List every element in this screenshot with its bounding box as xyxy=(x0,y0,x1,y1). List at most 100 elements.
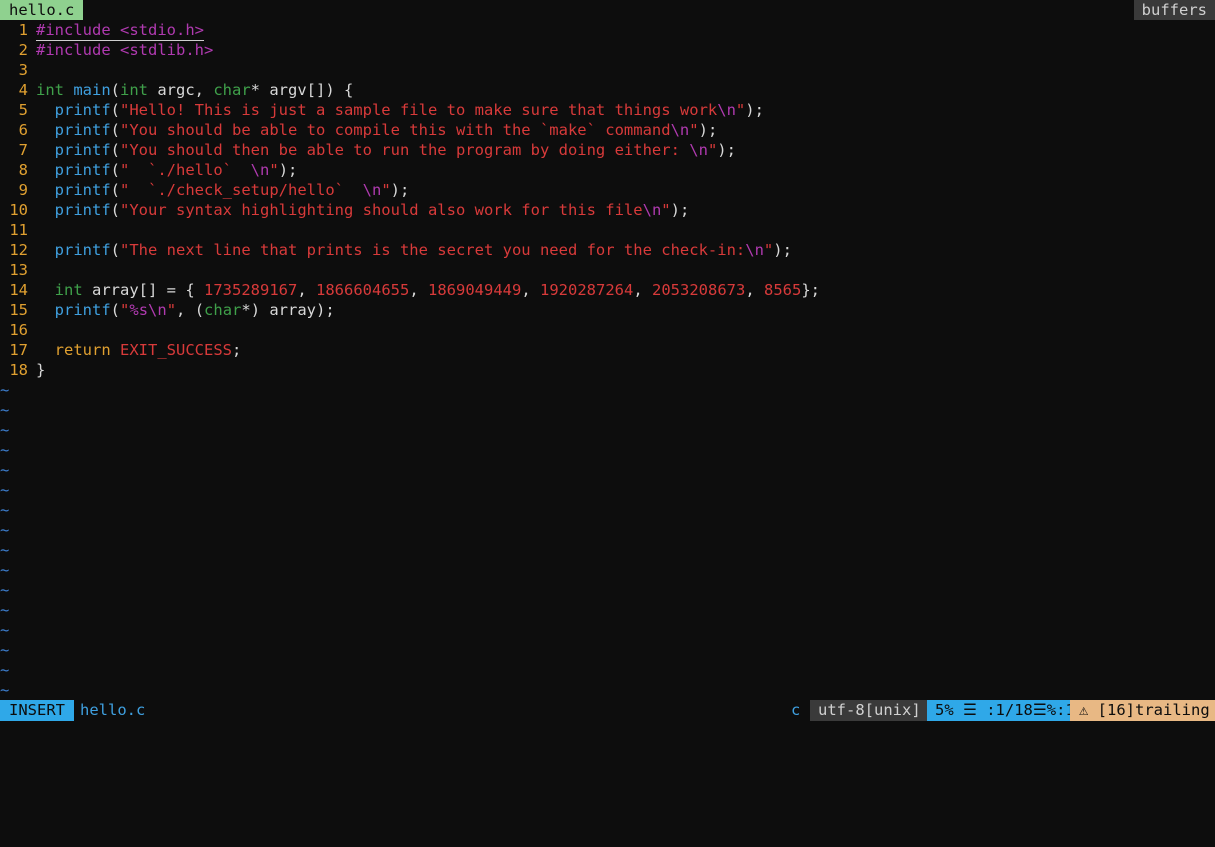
code-token: ( xyxy=(110,81,121,99)
code-token: 8565 xyxy=(764,281,802,299)
empty-line-tilde: ~ xyxy=(0,541,10,559)
code-line[interactable]: 13 xyxy=(0,260,1215,280)
code-text: int main(int argc, char* argv[]) { xyxy=(36,80,353,100)
empty-line-tilde: ~ xyxy=(0,681,10,699)
line-number: 9 xyxy=(18,181,28,199)
code-token: } xyxy=(36,361,46,379)
code-token: <stdio.h> xyxy=(120,21,204,39)
code-token: printf xyxy=(54,161,111,179)
status-position: 5% ☰ :1/18☰%:1 xyxy=(927,700,1083,721)
status-trailing-warning: ⚠ [16]trailing xyxy=(1070,700,1215,721)
line-number: 6 xyxy=(18,121,28,139)
code-line[interactable]: 16 xyxy=(0,320,1215,340)
code-token: , xyxy=(633,281,652,299)
code-token: ( xyxy=(110,161,121,179)
code-token: int xyxy=(120,81,149,99)
code-line[interactable]: 4 int main(int argc, char* argv[]) { xyxy=(0,80,1215,100)
code-line[interactable]: 8 printf(" `./hello` \n"); xyxy=(0,160,1215,180)
code-line[interactable]: 1 #include <stdio.h> xyxy=(0,20,1215,41)
code-text: #include <stdio.h> xyxy=(36,20,204,41)
code-token: 2053208673 xyxy=(652,281,746,299)
code-token: " xyxy=(269,161,279,179)
empty-line-tilde: ~ xyxy=(0,561,10,579)
buffers-label[interactable]: buffers xyxy=(1133,0,1215,20)
line-number: 10 xyxy=(9,201,28,219)
code-line[interactable]: 6 printf("You should be able to compile … xyxy=(0,120,1215,140)
code-token: , xyxy=(297,281,316,299)
code-token: 1866604655 xyxy=(316,281,410,299)
code-line[interactable]: 5 printf("Hello! This is just a sample f… xyxy=(0,100,1215,120)
code-token: 1920287264 xyxy=(540,281,634,299)
code-line[interactable]: 17 return EXIT_SUCCESS; xyxy=(0,340,1215,360)
code-line[interactable]: 15 printf("%s\n", (char*) array); xyxy=(0,300,1215,320)
code-text: printf("You should then be able to run t… xyxy=(36,140,736,160)
empty-line-tilde: ~ xyxy=(0,621,10,639)
code-token: ); xyxy=(698,121,718,139)
command-line[interactable] xyxy=(0,721,1215,736)
empty-line-tilde: ~ xyxy=(0,601,10,619)
code-token: ; xyxy=(232,341,242,359)
code-token: ( xyxy=(110,101,121,119)
code-token: main xyxy=(73,81,111,99)
code-token: " xyxy=(735,101,746,119)
code-token: \n xyxy=(745,241,764,259)
code-line[interactable]: 18} xyxy=(0,360,1215,380)
line-number: 13 xyxy=(9,261,28,279)
code-token: #include xyxy=(36,21,120,39)
code-token: ); xyxy=(773,241,792,259)
code-token: ); xyxy=(745,101,764,119)
code-token: \n xyxy=(670,121,690,139)
code-token: , ( xyxy=(176,301,205,319)
code-token: 1735289167 xyxy=(204,281,298,299)
code-token: #include xyxy=(36,41,120,59)
editor-buffer[interactable]: 1 #include <stdio.h> 2 #include <stdlib.h> 3… xyxy=(0,20,1215,700)
line-number: 16 xyxy=(9,321,28,339)
code-token: ( xyxy=(110,141,121,159)
code-text: printf("Your syntax highlighting should … xyxy=(36,200,690,220)
code-token: " xyxy=(763,241,774,259)
code-token: , xyxy=(409,281,428,299)
code-line[interactable]: 10 printf("Your syntax highlighting shou… xyxy=(0,200,1215,220)
code-token: , xyxy=(521,281,540,299)
code-token: ); xyxy=(278,161,298,179)
code-line[interactable]: 12 printf("The next line that prints is … xyxy=(0,240,1215,260)
code-token: " xyxy=(381,181,391,199)
code-token: printf xyxy=(54,121,111,139)
code-line[interactable]: 9 printf(" `./check_setup/hello` \n"); xyxy=(0,180,1215,200)
empty-line-tilde: ~ xyxy=(0,461,10,479)
code-line[interactable]: 7 printf("You should then be able to run… xyxy=(0,140,1215,160)
code-token: char xyxy=(204,301,242,319)
empty-line-tilde: ~ xyxy=(0,661,10,679)
line-number: 15 xyxy=(9,301,28,319)
code-line[interactable]: 11 xyxy=(0,220,1215,240)
empty-line-tilde: ~ xyxy=(0,521,10,539)
code-token: \n xyxy=(362,181,382,199)
code-line[interactable]: 14 int array[] = { 1735289167, 186660465… xyxy=(0,280,1215,300)
code-token: ( xyxy=(110,301,121,319)
code-line[interactable]: 3 xyxy=(0,60,1215,80)
code-line[interactable]: 2 #include <stdlib.h> xyxy=(0,40,1215,60)
status-encoding: utf-8[unix] xyxy=(810,700,929,721)
code-token: char xyxy=(213,81,251,99)
line-number: 3 xyxy=(18,61,28,79)
tab-hello-c[interactable]: hello.c xyxy=(0,0,84,20)
code-token: printf xyxy=(54,241,111,259)
line-number: 7 xyxy=(18,141,28,159)
code-token: 1869049449 xyxy=(428,281,522,299)
code-token: \n xyxy=(250,161,270,179)
empty-line-tilde: ~ xyxy=(0,441,10,459)
line-number: 5 xyxy=(18,101,28,119)
empty-line-tilde: ~ xyxy=(0,481,10,499)
mode-indicator: INSERT xyxy=(0,700,74,721)
empty-line-tilde: ~ xyxy=(0,401,10,419)
empty-line-tilde: ~ xyxy=(0,641,10,659)
code-token: " xyxy=(661,201,671,219)
